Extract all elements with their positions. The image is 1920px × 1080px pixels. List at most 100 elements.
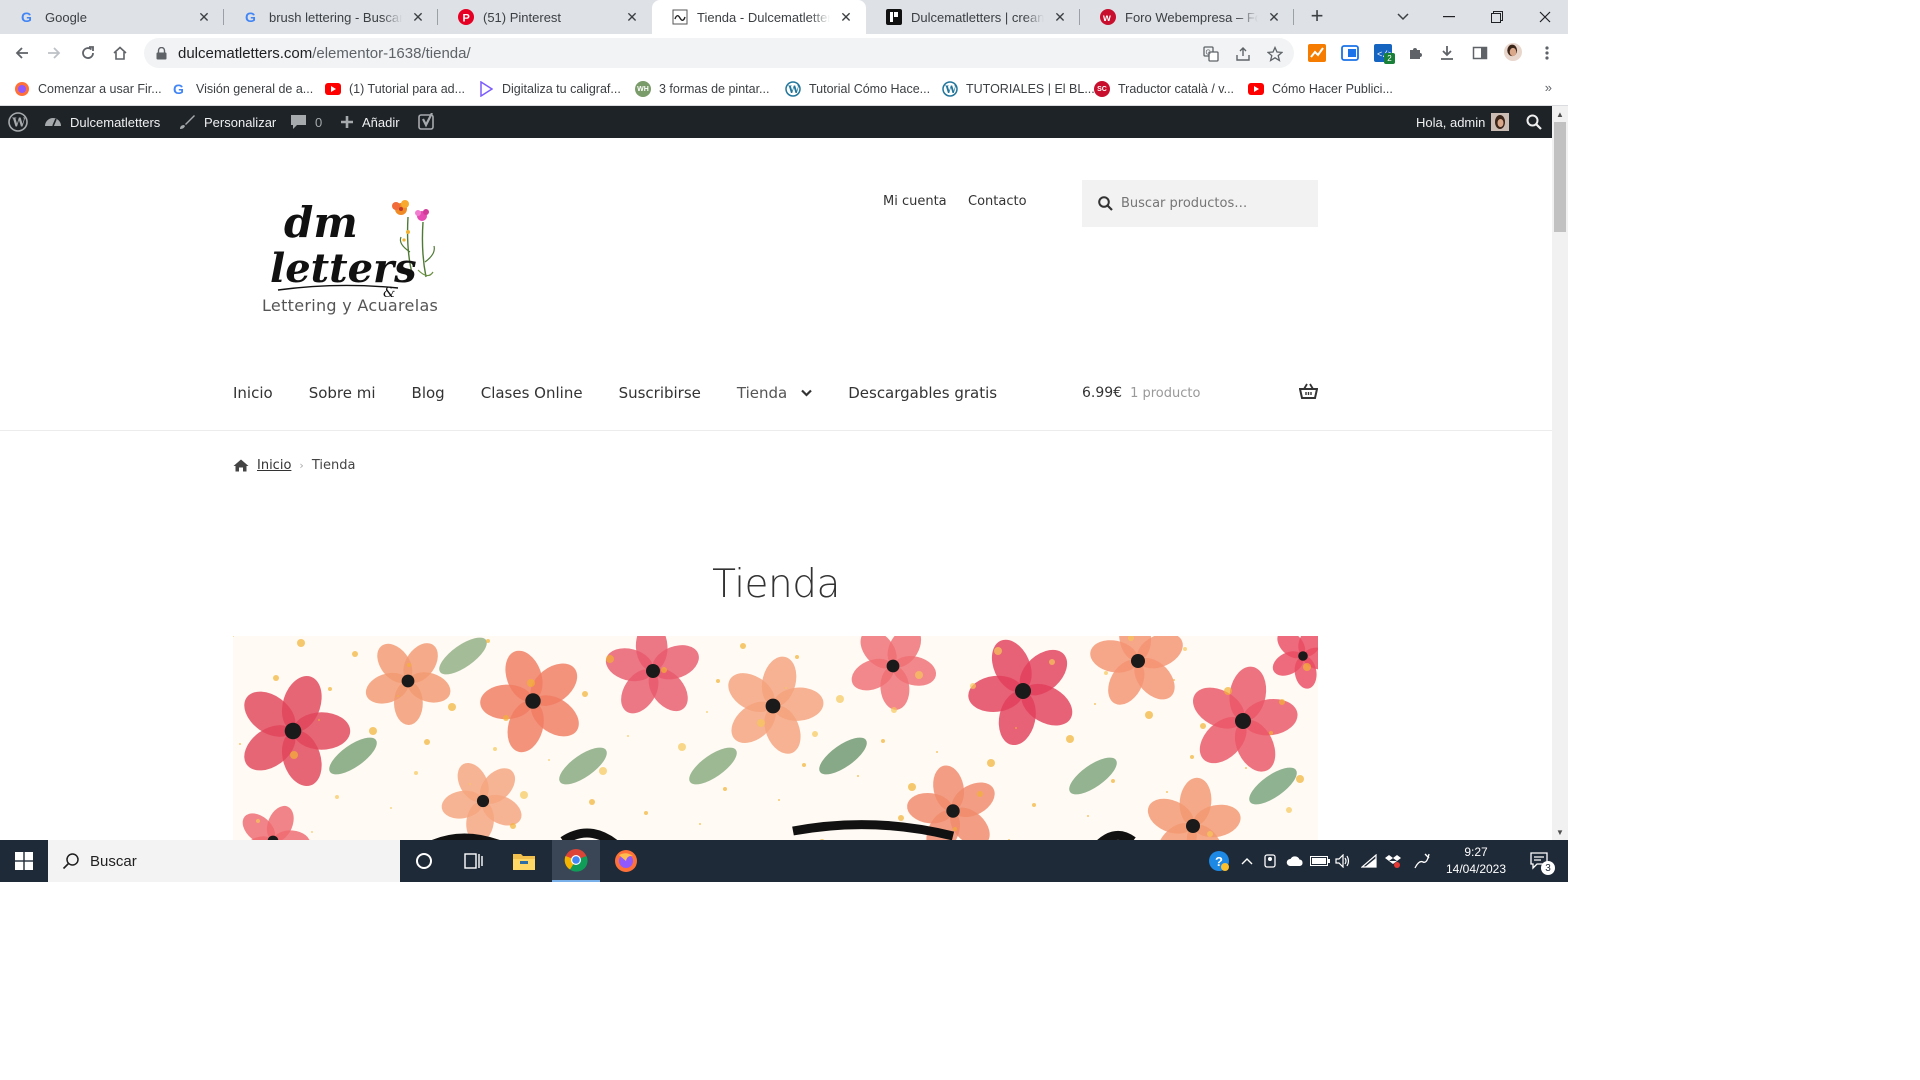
volume-icon[interactable] <box>1334 840 1352 882</box>
admin-customize[interactable]: Personalizar <box>178 106 276 138</box>
nav-inicio[interactable]: Inicio <box>233 384 273 402</box>
yoast-icon[interactable] <box>418 106 438 138</box>
help-icon[interactable]: ? <box>1206 840 1232 882</box>
contacto-link[interactable]: Contacto <box>968 194 1027 209</box>
code-extension-icon[interactable]: </> 2 <box>1374 44 1395 64</box>
profile-avatar[interactable] <box>1504 43 1522 62</box>
wifi-icon[interactable] <box>1360 840 1378 882</box>
nav-descargables[interactable]: Descargables gratis <box>848 384 997 402</box>
breadcrumb-home-link[interactable]: Inicio <box>257 458 291 473</box>
close-icon[interactable]: ✕ <box>1052 9 1068 25</box>
nav-tienda[interactable]: Tienda <box>737 384 812 402</box>
analytics-extension-icon[interactable] <box>1308 44 1326 62</box>
bookmark-tutorial-como[interactable]: W Tutorial Cómo Hace... <box>785 80 930 98</box>
page-scrollbar[interactable]: ▲ ▼ <box>1552 106 1568 840</box>
nav-sobre-mi[interactable]: Sobre mi <box>309 384 376 402</box>
scroll-up-icon[interactable]: ▲ <box>1552 106 1568 122</box>
tab-brush-lettering[interactable]: G brush lettering - Buscar con Google ✕ <box>224 0 438 34</box>
windows-start-icon[interactable] <box>0 840 48 882</box>
new-tab-button[interactable]: + <box>1305 5 1329 29</box>
battery-icon[interactable] <box>1310 840 1330 882</box>
restore-button[interactable] <box>1474 0 1520 34</box>
paint-splatter-dot <box>898 815 904 821</box>
mini-cart[interactable]: 6.99€ 1 producto <box>1082 381 1318 405</box>
tab-dulcematletters[interactable]: Dulcematletters | creando Ma ✕ <box>866 0 1080 34</box>
file-explorer-icon[interactable] <box>500 840 548 882</box>
admin-site-name[interactable]: Dulcematletters <box>44 106 160 138</box>
bookmark-vision-general[interactable]: G Visión general de a... <box>172 80 313 98</box>
tab-google[interactable]: G Google ✕ <box>0 0 224 34</box>
close-icon[interactable]: ✕ <box>838 9 854 25</box>
basket-icon[interactable] <box>1299 383 1318 399</box>
tab-search-button[interactable] <box>1380 0 1426 34</box>
extensions-puzzle-icon[interactable] <box>1406 44 1424 62</box>
notification-center-icon[interactable]: 3 <box>1520 840 1560 882</box>
scroll-down-icon[interactable]: ▼ <box>1552 824 1568 840</box>
close-icon[interactable]: ✕ <box>410 9 426 25</box>
taskbar-search[interactable]: Buscar <box>48 840 400 882</box>
onedrive-icon[interactable] <box>1285 840 1305 882</box>
tab-pinterest[interactable]: P (51) Pinterest ✕ <box>438 0 652 34</box>
share-icon[interactable] <box>1234 45 1252 63</box>
site-logo[interactable]: dm letters & Lettering y Acuarelas <box>258 182 448 322</box>
tab-webempresa[interactable]: w Foro Webempresa – Foro We ✕ <box>1080 0 1294 34</box>
close-window-button[interactable] <box>1522 0 1568 34</box>
nav-clases-online[interactable]: Clases Online <box>481 384 583 402</box>
forward-button[interactable] <box>40 39 68 67</box>
paint-splatter-dot <box>239 743 241 745</box>
scrollbar-thumb[interactable] <box>1554 122 1566 232</box>
minimize-button[interactable] <box>1426 0 1472 34</box>
home-button[interactable] <box>106 39 134 67</box>
bookmark-traductor[interactable]: SC Traductor català / v... <box>1094 80 1234 98</box>
task-view-icon[interactable] <box>450 840 498 882</box>
admin-comments[interactable]: 0 <box>290 106 322 138</box>
bookmark-3-formas[interactable]: WH 3 formas de pintar... <box>635 80 769 98</box>
wordpress-logo-icon[interactable]: W <box>8 106 28 138</box>
admin-search-icon[interactable] <box>1526 106 1542 138</box>
paint-splatter-dot <box>795 655 799 659</box>
bookmark-digitaliza[interactable]: Digitaliza tu caligraf... <box>478 80 621 98</box>
meet-now-icon[interactable] <box>1262 840 1280 882</box>
bookmark-firefox[interactable]: Comenzar a usar Fir... <box>14 80 162 98</box>
paint-splatter-dot <box>328 687 332 691</box>
search-input[interactable] <box>1121 196 1301 211</box>
chrome-taskbar-icon[interactable] <box>552 840 600 882</box>
paint-splatter-dot <box>836 695 844 703</box>
show-hidden-icons[interactable] <box>1238 840 1256 882</box>
address-bar[interactable]: dulcematletters.com/elementor-1638/tiend… <box>144 38 1294 68</box>
bookmarks-overflow-button[interactable]: » <box>1545 80 1552 95</box>
system-clock[interactable]: 9:27 14/04/2023 <box>1440 844 1512 878</box>
paint-splatter-dot <box>1087 815 1089 817</box>
nav-suscribirse[interactable]: Suscribirse <box>619 384 701 402</box>
bookmark-label: Comenzar a usar Fir... <box>38 82 162 96</box>
reload-button[interactable] <box>74 39 102 67</box>
close-icon[interactable]: ✕ <box>196 9 212 25</box>
cortana-icon[interactable] <box>400 840 448 882</box>
dropbox-icon[interactable] <box>1384 840 1402 882</box>
close-icon[interactable]: ✕ <box>624 9 640 25</box>
side-panel-icon[interactable] <box>1471 44 1489 62</box>
reader-extension-icon[interactable] <box>1341 44 1359 62</box>
mi-cuenta-link[interactable]: Mi cuenta <box>883 194 947 209</box>
tab-tienda[interactable]: Tienda - Dulcematletters ✕ <box>652 0 866 34</box>
bookmark-tutoriales[interactable]: W TUTORIALES | El BL... <box>942 80 1095 98</box>
dulcemat-favicon <box>672 9 688 25</box>
translate-icon[interactable]: G <box>1202 45 1220 63</box>
product-search[interactable] <box>1082 180 1318 227</box>
pen-icon[interactable] <box>1412 840 1432 882</box>
star-icon[interactable] <box>1266 45 1284 63</box>
bookmark-tutorial[interactable]: (1) Tutorial para ad... <box>325 80 465 98</box>
svg-text:G: G <box>21 9 32 25</box>
lock-icon[interactable] <box>156 46 168 60</box>
chevron-down-icon[interactable] <box>801 389 812 397</box>
admin-add-new[interactable]: Añadir <box>340 106 400 138</box>
admin-account[interactable]: Hola, admin <box>1416 106 1510 138</box>
back-button[interactable] <box>8 39 36 67</box>
bookmark-como-hacer[interactable]: Cómo Hacer Publici... <box>1248 80 1393 98</box>
nav-blog[interactable]: Blog <box>412 384 445 402</box>
download-icon[interactable] <box>1438 44 1456 62</box>
chrome-menu-icon[interactable] <box>1538 44 1556 62</box>
firefox-taskbar-icon[interactable] <box>602 840 650 882</box>
close-icon[interactable]: ✕ <box>1266 9 1282 25</box>
search-icon <box>1098 196 1113 211</box>
